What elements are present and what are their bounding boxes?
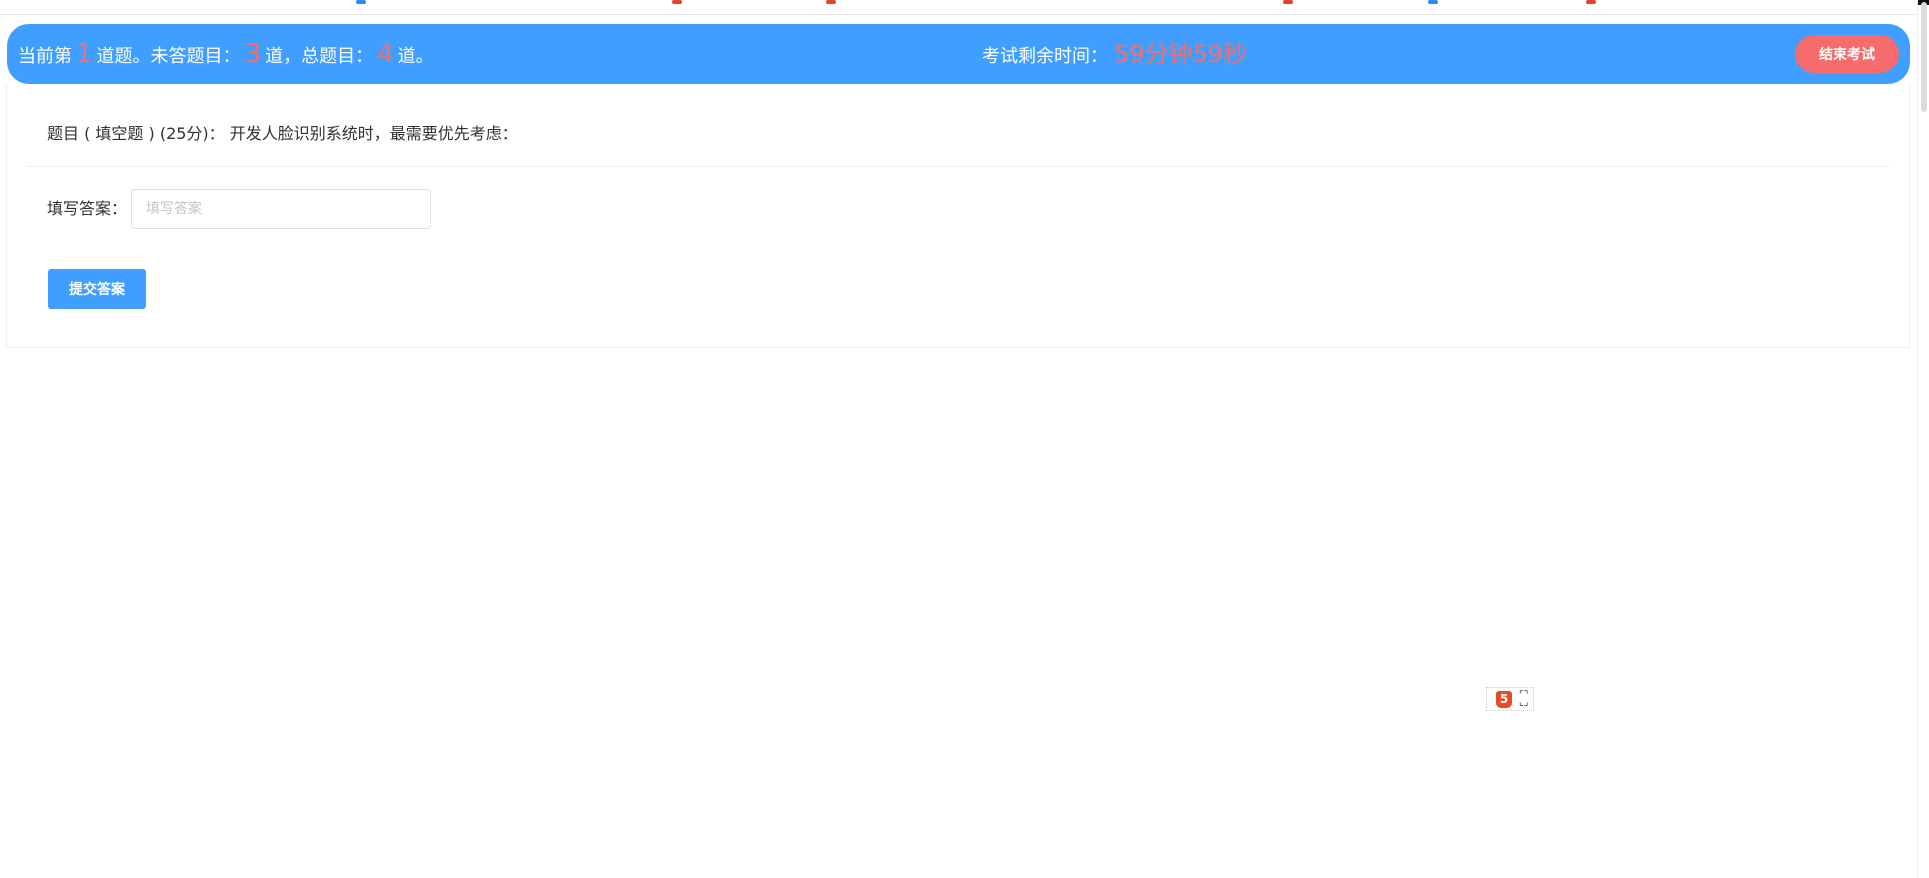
exam-timer: 考试剩余时间： 59分钟59秒 <box>982 24 1247 84</box>
floating-html5-widget[interactable]: 5 ⌜⌝ ⌞⌟ <box>1486 687 1534 711</box>
bookmark-icon[interactable] <box>1428 0 1438 4</box>
end-exam-button[interactable]: 结束考试 <box>1795 35 1899 73</box>
progress-total-suffix: 道。 <box>397 46 434 67</box>
expand-icon[interactable]: ⌜⌝ ⌞⌟ <box>1519 691 1528 708</box>
html5-logo-icon[interactable]: 5 <box>1496 691 1512 708</box>
current-question-number: 1 <box>76 39 93 69</box>
bookmark-icon[interactable] <box>672 0 682 4</box>
scrollbar[interactable] <box>1917 0 1929 878</box>
bookmark-icon[interactable] <box>1283 0 1293 4</box>
progress-unanswered-suffix: 道，总题目： <box>265 46 374 67</box>
bookmark-icon[interactable] <box>826 0 836 4</box>
timer-label: 考试剩余时间： <box>982 46 1108 67</box>
progress-current-suffix: 道题。未答题目： <box>96 46 241 67</box>
exam-status-bar: 当前第 1 道题。未答题目： 3 道，总题目： 4 道。 考试剩余时间： 59分钟59秒 结束… <box>7 24 1910 84</box>
unanswered-count: 3 <box>244 39 262 69</box>
question-progress: 当前第 1 道题。未答题目： 3 道，总题目： 4 道。 <box>18 24 434 84</box>
browser-bookmarks-strip <box>0 0 1929 15</box>
answer-input[interactable] <box>131 189 431 229</box>
question-title: 题目 ( 填空题 ) (25分)： 开发人脸识别系统时，最需要优先考虑： <box>47 124 518 143</box>
question-card: 题目 ( 填空题 ) (25分)： 开发人脸识别系统时，最需要优先考虑： 填写答… <box>6 84 1910 348</box>
divider <box>27 166 1889 167</box>
scrollbar-thumb[interactable] <box>1921 2 1927 112</box>
timer-value: 59分钟59秒 <box>1114 40 1248 68</box>
submit-answer-button[interactable]: 提交答案 <box>48 269 146 309</box>
bookmark-icon[interactable] <box>1586 0 1596 4</box>
answer-label: 填写答案： <box>47 199 128 218</box>
total-question-count: 4 <box>377 39 394 69</box>
progress-current-prefix: 当前第 <box>18 46 72 67</box>
bookmark-icon[interactable] <box>356 0 366 4</box>
